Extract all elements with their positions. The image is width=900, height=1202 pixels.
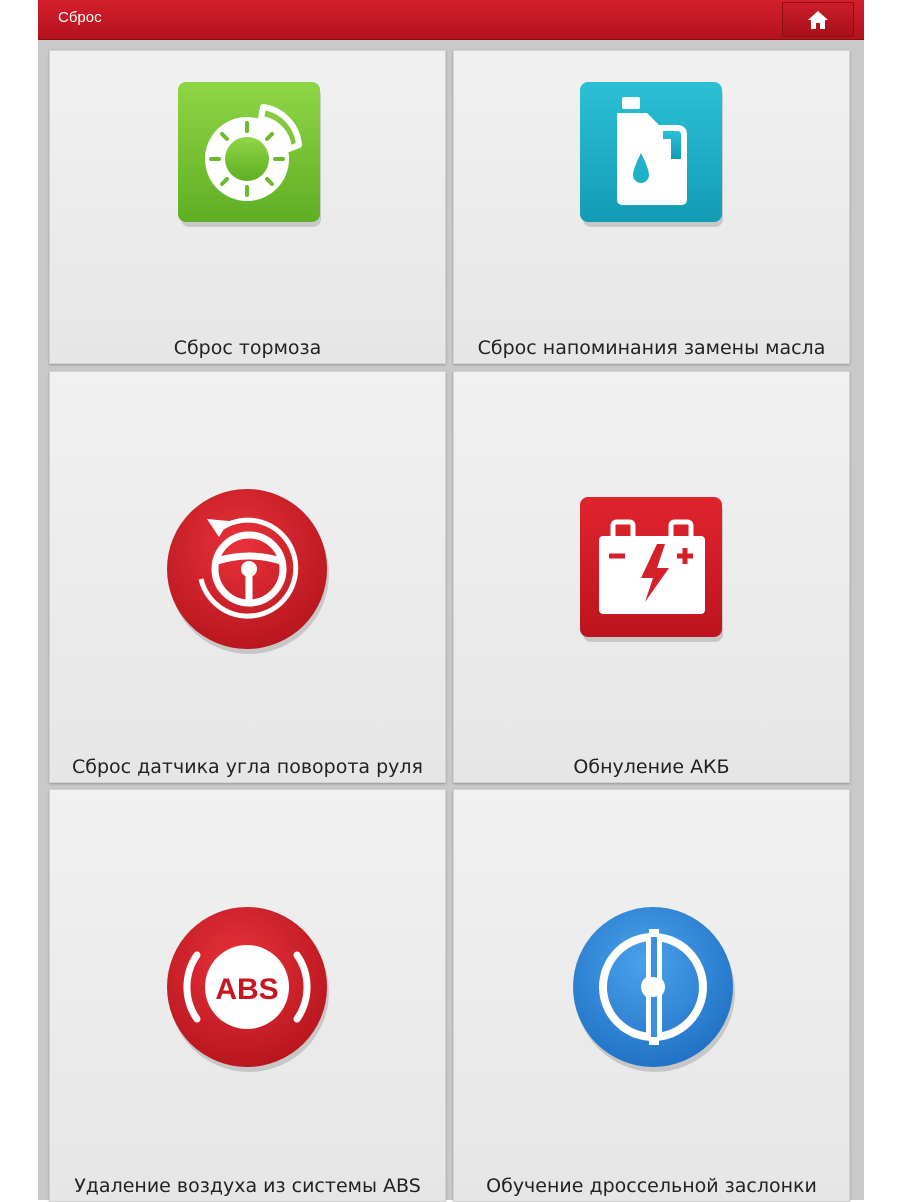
tile-brake-reset[interactable]: Сброс тормоза bbox=[49, 50, 446, 364]
brake-disc-icon bbox=[178, 82, 321, 227]
abs-icon: ABS bbox=[167, 907, 329, 1072]
tile-label: Сброс тормоза bbox=[173, 337, 322, 359]
tile-label: Сброс напоминания замены масла bbox=[477, 337, 826, 359]
tile-steering-angle-reset[interactable]: Сброс датчика угла поворота руля bbox=[49, 371, 446, 783]
home-icon bbox=[808, 10, 828, 29]
home-button[interactable] bbox=[782, 2, 854, 37]
abs-icon-text: ABS bbox=[215, 973, 278, 1006]
steering-wheel-icon bbox=[167, 489, 329, 654]
tile-throttle-learning[interactable]: Обучение дроссельной заслонки bbox=[453, 789, 850, 1202]
app-window: Сброс Сброс тормоза Сброс напоминания за… bbox=[38, 0, 864, 1202]
battery-icon bbox=[580, 497, 723, 642]
page-title: Сброс bbox=[58, 9, 102, 26]
tile-battery-reset[interactable]: Обнуление АКБ bbox=[453, 371, 850, 783]
tile-label: Сброс датчика угла поворота руля bbox=[72, 756, 423, 778]
throttle-icon bbox=[573, 907, 735, 1072]
oil-canister-icon bbox=[580, 82, 723, 227]
tile-label: Обучение дроссельной заслонки bbox=[486, 1175, 817, 1197]
tile-label: Удаление воздуха из системы ABS bbox=[74, 1175, 421, 1197]
tile-oil-reset[interactable]: Сброс напоминания замены масла bbox=[453, 50, 850, 364]
tile-abs-bleeding[interactable]: ABS Удаление воздуха из системы ABS bbox=[49, 789, 446, 1202]
tile-label: Обнуление АКБ bbox=[573, 756, 730, 778]
title-bar: Сброс bbox=[38, 0, 864, 40]
